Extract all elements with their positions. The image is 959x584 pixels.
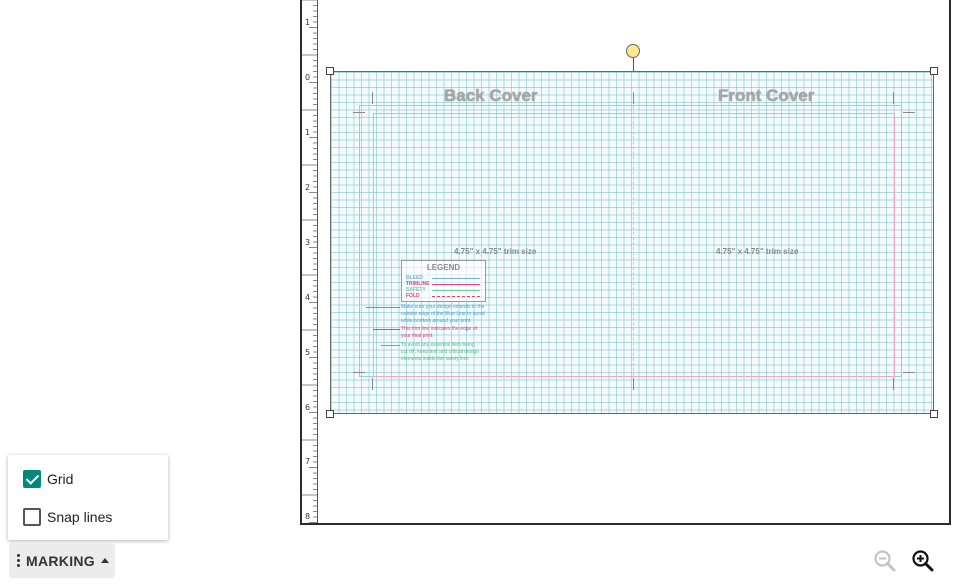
note-line: This trim line indicates the edge of: [401, 326, 477, 332]
grid-label: Grid: [47, 471, 74, 487]
resize-handle-bottom-left[interactable]: [326, 410, 334, 418]
more-vert-icon: [17, 554, 20, 567]
caret-up-icon: [100, 558, 109, 563]
crop-mark: [633, 92, 634, 104]
legend-line-bleed: [432, 278, 480, 279]
zoom-in-button[interactable]: [910, 548, 936, 574]
note-line: your final print.: [401, 333, 434, 339]
snap-lines-label: Snap lines: [47, 509, 113, 525]
back-trim-size-label: 4.75" x 4.75" trim size: [454, 247, 537, 256]
ruler-label: 1: [305, 18, 311, 27]
crop-mark: [893, 378, 894, 390]
grid-checkbox[interactable]: [23, 470, 41, 488]
note-line: outside edge of the Blue Line to avoid: [401, 311, 485, 317]
note-line: To avoid any essential item being: [401, 342, 475, 348]
legend-title: LEGEND: [426, 263, 461, 272]
spine-fold-line: [633, 96, 634, 386]
marking-label: MARKING: [26, 552, 95, 569]
crop-mark: [372, 92, 373, 104]
rotate-handle-stem: [633, 57, 634, 71]
ruler-label: 8: [305, 512, 311, 521]
ruler-label: 1: [305, 128, 311, 137]
ruler-label: 3: [305, 238, 311, 247]
bleed-note: Make sure your design extends to the out…: [401, 304, 511, 325]
grid-option[interactable]: Grid: [23, 470, 73, 488]
legend-line-safety: [432, 290, 480, 291]
view-options-panel: Grid Snap lines: [8, 455, 168, 540]
crop-mark: [903, 112, 915, 113]
book-cover-canvas[interactable]: Back Cover Front Cover 4.75" x 4.75" tri…: [330, 71, 934, 414]
legend-line-trim: [432, 284, 480, 285]
back-cover-title: Back Cover: [444, 86, 538, 105]
note-line: white borders around your print.: [401, 318, 472, 324]
trim-note: This trim line indicates the edge of you…: [401, 326, 511, 340]
snap-lines-option[interactable]: Snap lines: [23, 508, 112, 526]
safety-note: To avoid any essential item being cut of…: [401, 342, 511, 363]
vertical-ruler: 1 0 1 2 3 4 5 6 7 8: [302, 0, 318, 523]
snap-lines-checkbox[interactable]: [23, 508, 41, 526]
crop-mark: [353, 112, 365, 113]
crop-mark: [372, 378, 373, 390]
zoom-out-icon: [874, 550, 896, 572]
resize-handle-bottom-right[interactable]: [930, 410, 938, 418]
resize-handle-top-left[interactable]: [326, 67, 334, 75]
note-leader-bleed: [366, 307, 400, 308]
ruler-label: 7: [305, 457, 311, 466]
crop-mark: [353, 372, 365, 373]
crop-mark: [903, 372, 915, 373]
ruler-label: 4: [305, 293, 311, 302]
legend-box: LEGEND BLEED TRIMLINE SAFETY FOLD: [401, 260, 486, 302]
legend-item-fold: FOLD: [406, 293, 420, 299]
note-line: Make sure your design extends to the: [401, 304, 485, 310]
note-line: cut off, keep text and critical design: [401, 349, 480, 355]
legend-line-fold: [432, 296, 480, 297]
ruler-label: 5: [305, 348, 311, 357]
marking-menu-button[interactable]: MARKING: [9, 543, 115, 578]
front-cover-title: Front Cover: [718, 86, 815, 105]
note-leader-safety: [381, 345, 400, 346]
note-line: elements inside the safety line.: [401, 356, 470, 362]
ruler-label: 0: [305, 73, 311, 82]
front-trim-size-label: 4.75" x 4.75" trim size: [716, 247, 799, 256]
crop-mark: [893, 92, 894, 104]
zoom-in-icon: [912, 550, 934, 572]
resize-handle-top-right[interactable]: [930, 67, 938, 75]
rotate-handle[interactable]: [626, 44, 640, 58]
note-leader-trim: [373, 329, 400, 330]
ruler-label: 6: [305, 403, 311, 412]
ruler-label: 2: [305, 183, 311, 192]
crop-mark: [633, 378, 634, 390]
zoom-out-button[interactable]: [872, 548, 898, 574]
